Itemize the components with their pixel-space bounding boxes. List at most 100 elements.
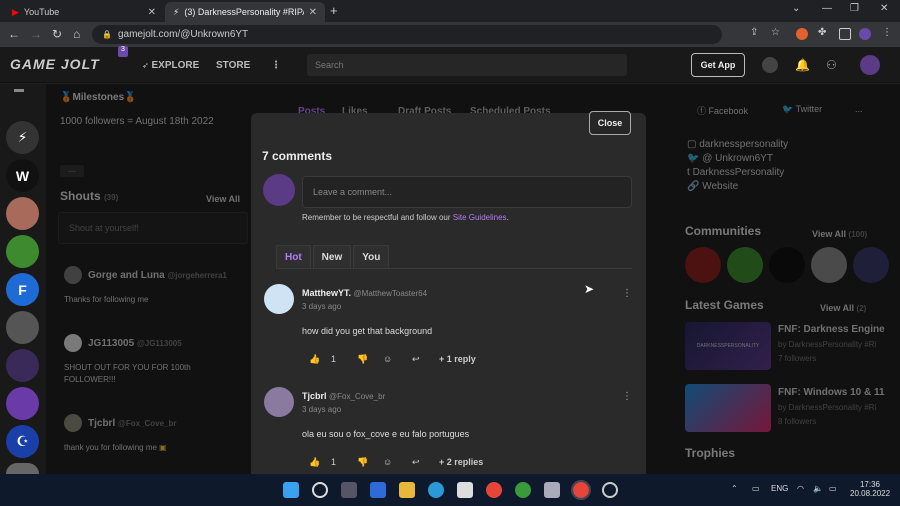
tray-app-icon[interactable]: ▭: [752, 484, 760, 493]
rail-community-avatar-icon[interactable]: [6, 197, 39, 230]
xbox-icon[interactable]: [515, 482, 531, 498]
comment-menu-icon[interactable]: ⋮: [622, 391, 632, 402]
dislike-icon[interactable]: 👎: [357, 354, 368, 365]
like-count: 1: [331, 457, 337, 467]
app-circle-icon[interactable]: [602, 482, 618, 498]
rail-roblox-icon[interactable]: [6, 311, 39, 344]
browser-tab-youtube[interactable]: ▶ YouTube ✕: [4, 2, 164, 22]
rail-pony-icon[interactable]: [6, 387, 39, 420]
gamejolt-tab-icon: ⚡: [173, 6, 180, 17]
restore-icon[interactable]: ❐: [850, 3, 859, 14]
volume-icon[interactable]: 🔈: [813, 484, 823, 493]
youtube-icon: ▶: [12, 6, 19, 17]
close-button[interactable]: Close: [589, 111, 631, 135]
edge-icon[interactable]: [428, 482, 444, 498]
comment-sort-tabs: Hot New You: [276, 245, 632, 269]
bookmark-star-icon[interactable]: ☆: [771, 27, 780, 38]
task-view-icon[interactable]: [341, 482, 357, 498]
comment-date: 3 days ago: [302, 302, 342, 311]
dislike-icon[interactable]: 👎: [357, 457, 368, 468]
home-icon[interactable]: ⌂: [73, 27, 80, 41]
close-tab-icon[interactable]: ✕: [309, 7, 317, 18]
extensions-icon[interactable]: ✤: [818, 27, 826, 38]
clock[interactable]: 17:36 20.08.2022: [850, 480, 890, 498]
avatar[interactable]: [264, 284, 294, 314]
quest-icon[interactable]: [762, 57, 778, 73]
battery-icon[interactable]: ▭: [829, 484, 837, 493]
rail-fnf-f-icon[interactable]: F: [6, 273, 39, 306]
rail-darkness-icon[interactable]: [6, 349, 39, 382]
site-guidelines-link[interactable]: Site Guidelines: [453, 213, 507, 222]
forward-icon[interactable]: →: [30, 27, 42, 41]
chrome-menu-icon[interactable]: ⋮: [882, 27, 892, 38]
get-app-button[interactable]: Get App: [691, 53, 745, 77]
logo-badge: 3: [118, 46, 128, 57]
back-icon[interactable]: ←: [8, 27, 20, 41]
comment-text: ola eu sou o fox_cove e eu falo portugue…: [302, 429, 470, 439]
comment-text: how did you get that background: [302, 326, 433, 336]
close-tab-icon[interactable]: ✕: [148, 7, 156, 18]
rail-minecraft-icon[interactable]: [6, 235, 39, 268]
gamejolt-logo[interactable]: GAME JOLT: [10, 56, 100, 72]
window-close-icon[interactable]: ✕: [880, 3, 888, 14]
comment-date: 3 days ago: [302, 405, 342, 414]
nav-store[interactable]: STORE: [216, 60, 250, 71]
replies-button[interactable]: + 2 replies: [439, 457, 483, 467]
like-count: 1: [331, 354, 337, 364]
store-icon[interactable]: [457, 482, 473, 498]
emoji-react-icon[interactable]: ☺: [383, 457, 392, 467]
sort-tab-new[interactable]: New: [312, 245, 352, 269]
app-icon[interactable]: [544, 482, 560, 498]
windows-taskbar: [0, 474, 900, 506]
browser-tab-gamejolt[interactable]: ⚡ (3) DarknessPersonality #RIPAva ✕: [165, 2, 325, 22]
notifications-bell-icon[interactable]: 🔔: [795, 58, 810, 72]
file-explorer-icon[interactable]: [399, 482, 415, 498]
guidelines-note: Remember to be respectful and follow our…: [302, 213, 509, 222]
new-tab-button[interactable]: +: [330, 3, 338, 18]
reload-icon[interactable]: ↻: [52, 27, 62, 41]
tab-search-icon[interactable]: ⌄: [792, 3, 800, 14]
tray-chevron-icon[interactable]: ⌃: [731, 484, 738, 493]
brave-extension-icon[interactable]: [796, 28, 808, 40]
nav-explore[interactable]: ➶ EXPLORE: [142, 60, 199, 71]
site-search-input[interactable]: Search: [307, 54, 627, 76]
lock-icon: 🔒: [102, 30, 112, 39]
friends-icon[interactable]: ⚇: [826, 58, 837, 72]
avatar[interactable]: [264, 387, 294, 417]
reply-icon[interactable]: ↩: [412, 457, 420, 468]
rail-turkey-flag-icon[interactable]: ☪: [6, 425, 39, 458]
sort-tab-you[interactable]: You: [353, 245, 390, 269]
widgets-icon[interactable]: [370, 482, 386, 498]
side-panel-icon[interactable]: [839, 28, 851, 40]
chrome-icon[interactable]: [486, 482, 502, 498]
avatar[interactable]: [263, 174, 295, 206]
profile-avatar[interactable]: [859, 28, 871, 40]
nav-more-icon[interactable]: ⋮: [271, 60, 281, 71]
language-indicator[interactable]: ENG: [771, 484, 788, 493]
comment-author[interactable]: Tjcbrl @Fox_Cove_br: [302, 391, 385, 401]
comment-menu-icon[interactable]: ⋮: [622, 288, 632, 299]
minimize-icon[interactable]: —: [822, 3, 832, 14]
rail-gamejolt-icon[interactable]: ⚡: [6, 121, 39, 154]
reply-icon[interactable]: ↩: [412, 354, 420, 365]
explore-icon: ➶: [142, 61, 149, 70]
like-icon[interactable]: 👍: [309, 457, 320, 468]
mouse-cursor-icon: ➤: [584, 282, 595, 296]
comments-title: 7 comments: [262, 149, 333, 163]
chrome-active-icon[interactable]: [571, 480, 591, 500]
comment-input[interactable]: Leave a comment...: [302, 176, 632, 208]
windows-start-icon[interactable]: [283, 482, 299, 498]
user-avatar[interactable]: [860, 55, 880, 75]
comment-author[interactable]: MatthewYT. @MatthewToaster64: [302, 288, 427, 298]
search-icon[interactable]: [312, 482, 328, 498]
replies-button[interactable]: + 1 reply: [439, 354, 476, 364]
address-bar[interactable]: 🔒 gamejolt.com/@Unkrown6YT: [92, 25, 722, 44]
like-icon[interactable]: 👍: [309, 354, 320, 365]
wifi-icon[interactable]: ◠: [797, 484, 804, 493]
emoji-react-icon[interactable]: ☺: [383, 354, 392, 364]
share-icon[interactable]: ⇪: [750, 27, 758, 38]
rail-partial-icon[interactable]: [6, 463, 39, 474]
rail-menu-icon[interactable]: ▬: [14, 84, 24, 95]
rail-community-w-icon[interactable]: W: [6, 159, 39, 192]
sort-tab-hot[interactable]: Hot: [276, 245, 311, 269]
